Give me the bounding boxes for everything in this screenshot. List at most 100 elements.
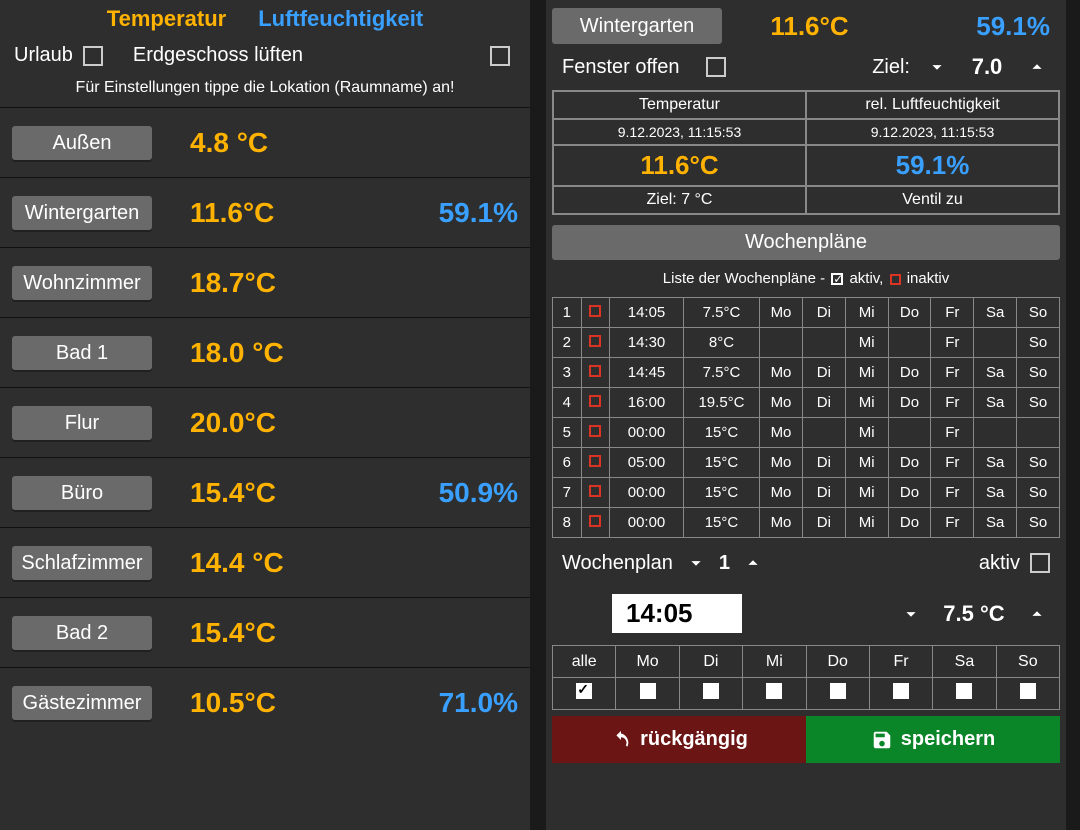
vacation-checkbox[interactable] (83, 46, 103, 66)
weekplan-row[interactable]: 2 14:30 8°C MiFrSo (553, 328, 1060, 358)
day-checkbox-cell[interactable] (933, 678, 996, 710)
room-row: Bad 2 15.4°C (0, 597, 530, 667)
weekplan-row[interactable]: 4 16:00 19.5°C MoDiMiDoFrSaSo (553, 388, 1060, 418)
info-table: Temperatur rel. Luftfeuchtigkeit 9.12.20… (552, 90, 1060, 215)
plan-day: Fr (931, 418, 974, 448)
plan-day (802, 328, 845, 358)
info-temp-timestamp: 9.12.2023, 11:15:53 (553, 119, 806, 145)
plan-day: So (1017, 388, 1060, 418)
room-button[interactable]: Wohnzimmer (12, 266, 152, 300)
room-humidity: 50.9% (345, 477, 518, 509)
day-checkbox-cell[interactable] (616, 678, 679, 710)
window-open-label: Fenster offen (562, 56, 692, 79)
room-humidity: 71.0% (345, 687, 518, 719)
plan-temp: 15°C (683, 448, 759, 478)
tab-temperature[interactable]: Temperatur (107, 6, 226, 32)
plan-time: 00:00 (610, 418, 684, 448)
plan-day: Sa (974, 508, 1017, 538)
room-button[interactable]: Bad 2 (12, 616, 152, 650)
plan-active-checkbox[interactable] (581, 448, 610, 478)
weekplan-row[interactable]: 1 14:05 7.5°C MoDiMiDoFrSaSo (553, 298, 1060, 328)
day-header: Sa (933, 646, 996, 678)
target-increase-button[interactable] (1024, 54, 1050, 80)
weekplans-button[interactable]: Wochenpläne (552, 225, 1060, 260)
window-open-checkbox[interactable] (706, 57, 726, 77)
plan-day: Sa (974, 388, 1017, 418)
room-button[interactable]: Schlafzimmer (12, 546, 152, 580)
plan-day (974, 418, 1017, 448)
chevron-up-icon (1026, 56, 1048, 78)
day-checkbox-cell[interactable] (743, 678, 806, 710)
time-input[interactable] (612, 594, 742, 633)
room-button[interactable]: Wintergarten (12, 196, 152, 230)
plan-active-checkbox[interactable] (581, 418, 610, 448)
plan-index: 7 (553, 478, 582, 508)
room-select-button[interactable]: Wintergarten (552, 8, 722, 44)
plan-index: 4 (553, 388, 582, 418)
active-checkbox[interactable] (1030, 553, 1050, 573)
plan-day: Mi (845, 508, 888, 538)
target-decrease-button[interactable] (924, 54, 950, 80)
tab-humidity[interactable]: Luftfeuchtigkeit (258, 6, 423, 32)
plan-day: Mo (760, 418, 803, 448)
action-row: rückgängig speichern (552, 716, 1060, 763)
plan-time: 14:45 (610, 358, 684, 388)
day-header: Mi (743, 646, 806, 678)
undo-button[interactable]: rückgängig (552, 716, 806, 763)
weekplan-row[interactable]: 7 00:00 15°C MoDiMiDoFrSaSo (553, 478, 1060, 508)
detail-humidity: 59.1% (897, 11, 1060, 42)
save-icon (871, 729, 893, 751)
room-row: Flur 20.0°C (0, 387, 530, 457)
plan-day: Fr (931, 388, 974, 418)
plan-day: Fr (931, 298, 974, 328)
plan-day: Fr (931, 478, 974, 508)
temp-increase-button[interactable] (1024, 601, 1050, 627)
weekplan-prev-button[interactable] (683, 550, 709, 576)
day-checkbox-cell[interactable] (806, 678, 869, 710)
day-checkbox-cell[interactable] (869, 678, 932, 710)
plan-active-checkbox[interactable] (581, 328, 610, 358)
plan-day: So (1017, 358, 1060, 388)
plan-temp: 7.5°C (683, 298, 759, 328)
room-list: Außen 4.8 °C Wintergarten 11.6°C 59.1% W… (0, 107, 530, 737)
plan-day: Do (888, 298, 931, 328)
weekplan-row[interactable]: 6 05:00 15°C MoDiMiDoFrSaSo (553, 448, 1060, 478)
plan-index: 5 (553, 418, 582, 448)
plan-day (1017, 418, 1060, 448)
chevron-up-icon (1026, 603, 1048, 625)
room-button[interactable]: Außen (12, 126, 152, 160)
room-temp: 18.0 °C (172, 337, 345, 369)
plan-active-checkbox[interactable] (581, 388, 610, 418)
plan-day: So (1017, 478, 1060, 508)
ventilate-checkbox[interactable] (490, 46, 510, 66)
chevron-down-icon (926, 56, 948, 78)
plan-day: Di (802, 448, 845, 478)
save-button[interactable]: speichern (806, 716, 1060, 763)
plan-active-checkbox[interactable] (581, 508, 610, 538)
weekplan-row[interactable]: 3 14:45 7.5°C MoDiMiDoFrSaSo (553, 358, 1060, 388)
weekplan-next-button[interactable] (740, 550, 766, 576)
day-checkbox-cell[interactable] (553, 678, 616, 710)
room-row: Bad 1 18.0 °C (0, 317, 530, 387)
plan-time: 05:00 (610, 448, 684, 478)
plan-active-checkbox[interactable] (581, 478, 610, 508)
day-checkbox-cell[interactable] (996, 678, 1059, 710)
plan-day: Sa (974, 298, 1017, 328)
plan-day: Fr (931, 448, 974, 478)
weekplan-row[interactable]: 5 00:00 15°C MoMiFr (553, 418, 1060, 448)
day-header: Mo (616, 646, 679, 678)
day-checkbox-cell[interactable] (679, 678, 742, 710)
header-tabs: Temperatur Luftfeuchtigkeit (0, 0, 530, 38)
ventilate-label: Erdgeschoss lüften (133, 44, 303, 67)
plan-day: So (1017, 328, 1060, 358)
temp-decrease-button[interactable] (898, 601, 924, 627)
room-button[interactable]: Gästezimmer (12, 686, 152, 720)
weekplan-row[interactable]: 8 00:00 15°C MoDiMiDoFrSaSo (553, 508, 1060, 538)
plan-active-checkbox[interactable] (581, 298, 610, 328)
plan-active-checkbox[interactable] (581, 358, 610, 388)
room-button[interactable]: Flur (12, 406, 152, 440)
target-value: 7.0 (964, 54, 1010, 80)
room-button[interactable]: Bad 1 (12, 336, 152, 370)
plan-day: Do (888, 508, 931, 538)
room-button[interactable]: Büro (12, 476, 152, 510)
